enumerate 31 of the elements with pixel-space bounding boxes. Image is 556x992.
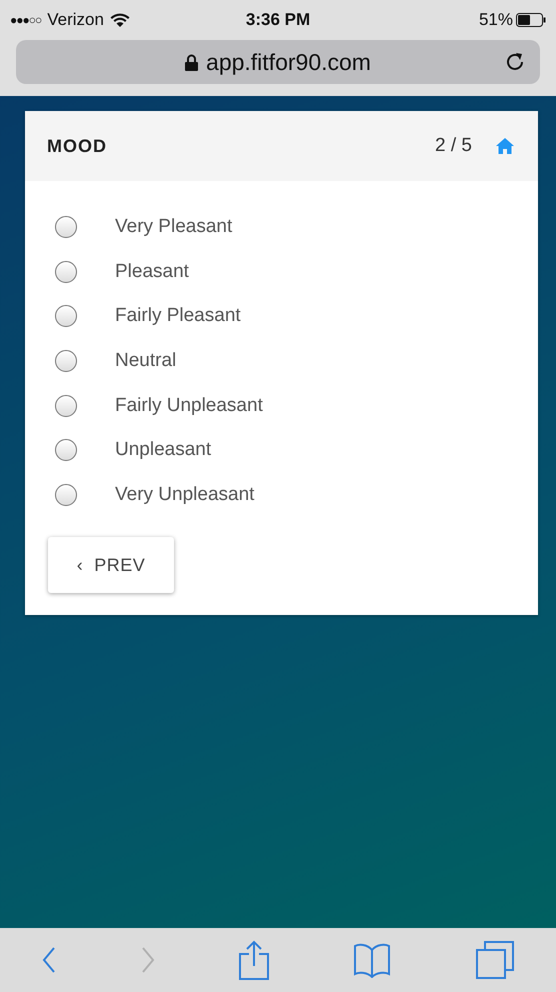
card-title: MOOD (47, 136, 108, 156)
tabs-icon[interactable] (476, 941, 514, 979)
url-text: app.fitfor90.com (206, 48, 371, 76)
battery-icon (516, 13, 546, 27)
share-icon[interactable] (238, 940, 269, 980)
radio-button[interactable] (55, 350, 77, 372)
option-label[interactable]: Fairly Pleasant (115, 305, 241, 328)
option-label[interactable]: Unpleasant (115, 439, 212, 462)
home-icon[interactable] (496, 138, 514, 154)
page-counter: 2 / 5 (435, 135, 472, 157)
radio-button[interactable] (55, 394, 77, 417)
option-label[interactable]: Very Pleasant (115, 216, 232, 238)
radio-button[interactable] (55, 439, 77, 462)
address-bar[interactable]: app.fitfor90.com (16, 40, 540, 84)
carrier-name: Verizon (47, 10, 104, 30)
radio-button[interactable] (55, 305, 77, 328)
signal-strength: ●●●○○ (10, 13, 42, 27)
reload-icon[interactable] (504, 51, 526, 73)
clock-time: 3:36 PM (246, 10, 310, 30)
option-label[interactable]: Neutral (115, 350, 176, 372)
prev-button[interactable]: ‹ PREV (48, 537, 174, 594)
option-label[interactable]: Pleasant (115, 260, 189, 283)
radio-button[interactable] (55, 260, 77, 283)
book-icon[interactable] (353, 942, 392, 978)
option-label[interactable]: Very Unpleasant (115, 484, 254, 506)
wifi-icon (110, 12, 130, 28)
radio-button[interactable] (55, 484, 77, 506)
radio-button[interactable] (55, 216, 77, 238)
battery-percent: 51% (478, 10, 513, 30)
back-icon[interactable] (42, 947, 56, 973)
option-label[interactable]: Fairly Unpleasant (115, 394, 263, 417)
